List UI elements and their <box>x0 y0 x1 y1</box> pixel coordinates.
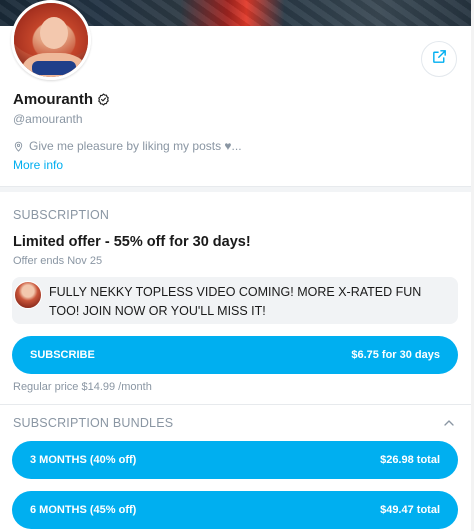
offer-title: Limited offer - 55% off for 30 days! <box>13 234 251 250</box>
chevron-up-icon[interactable] <box>441 415 457 431</box>
subscribe-price: $6.75 for 30 days <box>351 349 440 361</box>
profile-bio: Give me pleasure by liking my posts ♥... <box>29 139 242 153</box>
profile-name: Amouranth <box>13 91 93 108</box>
bundle-3-months-button[interactable]: 3 MONTHS (40% off) $26.98 total <box>12 441 458 479</box>
bundle-label: 6 MONTHS (45% off) <box>30 504 137 516</box>
verified-icon <box>97 93 110 106</box>
message-avatar <box>14 281 42 309</box>
subscribe-label: SUBSCRIBE <box>30 349 95 361</box>
divider <box>0 404 474 405</box>
subscribe-button[interactable]: SUBSCRIBE $6.75 for 30 days <box>12 336 458 374</box>
avatar[interactable] <box>11 0 91 80</box>
section-divider <box>0 186 474 192</box>
bundles-section-title: SUBSCRIPTION BUNDLES <box>13 416 174 430</box>
bundle-price: $26.98 total <box>380 454 440 466</box>
promo-message: FULLY NEKKY TOPLESS VIDEO COMING! MORE X… <box>12 277 458 324</box>
share-icon <box>431 48 448 70</box>
promo-message-text: FULLY NEKKY TOPLESS VIDEO COMING! MORE X… <box>49 285 422 318</box>
offer-ends: Offer ends Nov 25 <box>13 255 103 267</box>
more-info-link[interactable]: More info <box>13 158 63 172</box>
bundle-price: $49.47 total <box>380 504 440 516</box>
profile-name-row: Amouranth <box>13 91 110 108</box>
subscription-section-title: SUBSCRIPTION <box>13 208 110 222</box>
bio-row: Give me pleasure by liking my posts ♥... <box>13 139 242 153</box>
share-button[interactable] <box>421 41 457 77</box>
location-pin-icon <box>13 141 24 152</box>
regular-price: Regular price $14.99 /month <box>13 381 152 393</box>
bundle-label: 3 MONTHS (40% off) <box>30 454 137 466</box>
bundle-6-months-button[interactable]: 6 MONTHS (45% off) $49.47 total <box>12 491 458 529</box>
profile-page: Amouranth @amouranth Give me pleasure by… <box>0 0 474 531</box>
profile-username: @amouranth <box>13 112 83 126</box>
